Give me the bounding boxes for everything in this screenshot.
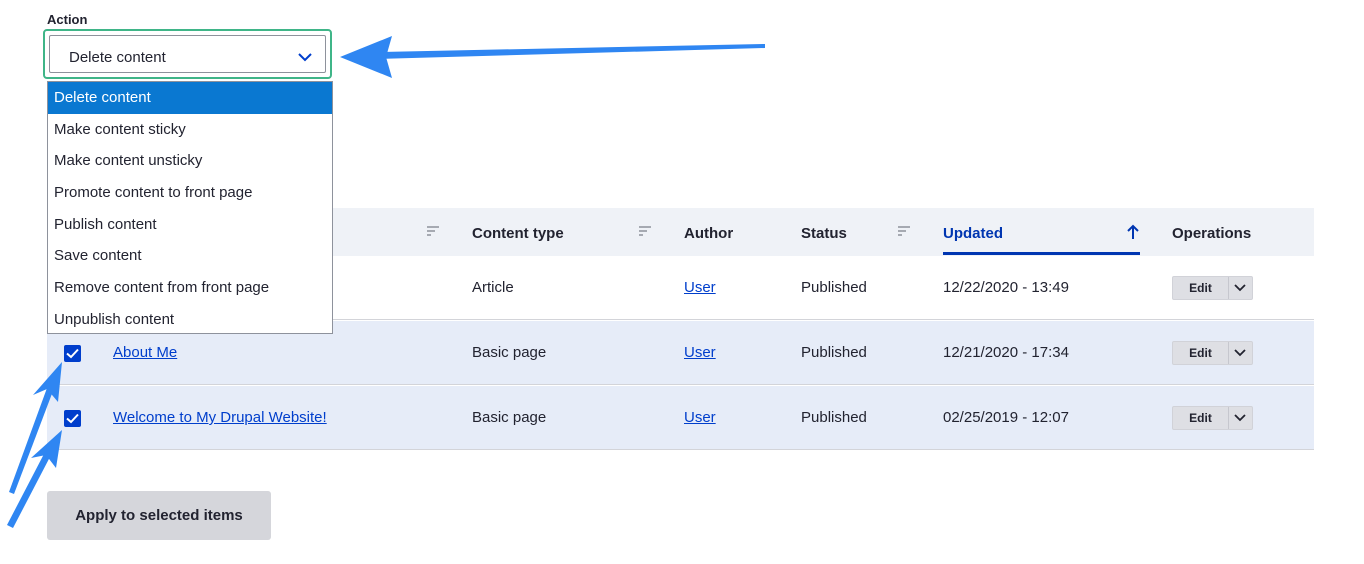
- content-type-cell: Basic page: [472, 344, 547, 361]
- chevron-down-icon: [298, 53, 312, 62]
- updated-cell: 12/21/2020 - 17:34: [943, 344, 1069, 361]
- edit-button[interactable]: Edit: [1173, 407, 1229, 429]
- row-checkbox[interactable]: [64, 410, 81, 427]
- apply-button[interactable]: Apply to selected items: [47, 491, 271, 540]
- checkmark-icon: [66, 348, 79, 359]
- header-updated[interactable]: Updated: [943, 225, 1003, 242]
- edit-button[interactable]: Edit: [1173, 277, 1229, 299]
- author-link[interactable]: User: [684, 279, 716, 296]
- sort-icon[interactable]: [898, 226, 910, 236]
- active-sort-underline: [943, 252, 1140, 255]
- title-link[interactable]: Welcome to My Drupal Website!: [113, 409, 327, 426]
- dropdown-option[interactable]: Promote content to front page: [48, 177, 332, 209]
- content-type-cell: Article: [472, 279, 514, 296]
- arrow-to-select: [340, 36, 765, 78]
- checkmark-icon: [66, 413, 79, 424]
- title-link[interactable]: About Me: [113, 344, 177, 361]
- action-label: Action: [47, 12, 88, 27]
- author-link[interactable]: User: [684, 344, 716, 361]
- table-row: Welcome to My Drupal Website! Basic page…: [47, 386, 1314, 450]
- status-cell: Published: [801, 279, 867, 296]
- dropdown-option[interactable]: Make content sticky: [48, 114, 332, 146]
- dropdown-option[interactable]: Unpublish content: [48, 304, 332, 336]
- updated-cell: 02/25/2019 - 12:07: [943, 409, 1069, 426]
- header-content-type[interactable]: Content type: [472, 225, 564, 242]
- dropdown-option[interactable]: Publish content: [48, 209, 332, 241]
- dropdown-option[interactable]: Make content unsticky: [48, 145, 332, 177]
- chevron-down-icon[interactable]: [1230, 281, 1250, 295]
- action-select[interactable]: Delete content: [43, 29, 332, 79]
- operations-dropbutton: Edit: [1172, 276, 1253, 300]
- chevron-down-icon[interactable]: [1230, 411, 1250, 425]
- operations-dropbutton: Edit: [1172, 406, 1253, 430]
- dropdown-option[interactable]: Save content: [48, 240, 332, 272]
- edit-button[interactable]: Edit: [1173, 342, 1229, 364]
- sort-icon[interactable]: [427, 226, 439, 236]
- chevron-down-icon[interactable]: [1230, 346, 1250, 360]
- header-author[interactable]: Author: [684, 225, 733, 242]
- header-operations: Operations: [1172, 225, 1252, 242]
- arrow-up-icon: [1127, 224, 1139, 239]
- dropdown-option[interactable]: Remove content from front page: [48, 272, 332, 304]
- operations-dropbutton: Edit: [1172, 341, 1253, 365]
- header-status[interactable]: Status: [801, 225, 847, 242]
- action-select-value: Delete content: [69, 49, 166, 66]
- content-type-cell: Basic page: [472, 409, 547, 426]
- action-dropdown-list: Delete content Make content sticky Make …: [47, 81, 333, 334]
- status-cell: Published: [801, 344, 867, 361]
- author-link[interactable]: User: [684, 409, 716, 426]
- sort-icon[interactable]: [639, 226, 651, 236]
- status-cell: Published: [801, 409, 867, 426]
- row-checkbox[interactable]: [64, 345, 81, 362]
- updated-cell: 12/22/2020 - 13:49: [943, 279, 1069, 296]
- dropdown-option[interactable]: Delete content: [48, 82, 332, 114]
